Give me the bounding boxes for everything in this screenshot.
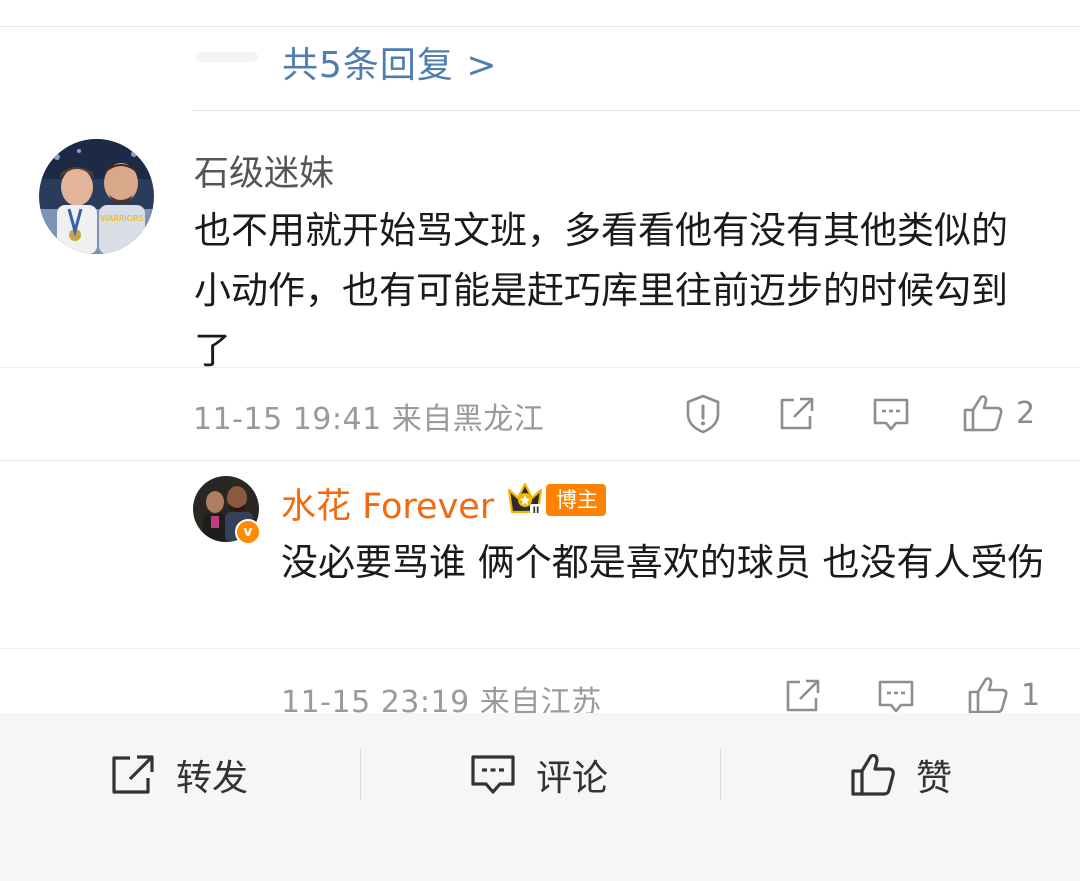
report-button[interactable] xyxy=(684,394,722,434)
bottom-comment-button[interactable]: 评论 xyxy=(470,748,608,802)
reply-like-count: 1 xyxy=(1021,677,1041,713)
repost-icon xyxy=(786,679,820,712)
bottom-bar-divider xyxy=(360,748,361,801)
blogger-badge: 博主 xyxy=(546,484,606,516)
like-icon xyxy=(851,753,895,796)
bottom-comment-label: 评论 xyxy=(536,758,609,799)
reply-comment-button[interactable] xyxy=(877,679,915,715)
comment-icon xyxy=(471,755,515,794)
avatar[interactable]: WARRIORS xyxy=(39,139,154,254)
comment-text: 也不用就开始骂文班，多看看他有没有其他类似的小动作，也有可能是赶巧库里往前迈步的… xyxy=(194,209,1008,372)
repost-icon xyxy=(112,755,154,794)
like-count: 2 xyxy=(1016,395,1036,431)
top-divider xyxy=(0,26,1080,27)
comment-icon xyxy=(873,398,909,431)
comment-timestamp-location: 11-15 19:41 来自黑龙江 xyxy=(193,402,545,437)
comment-button[interactable] xyxy=(872,397,910,433)
bottom-bar-divider xyxy=(720,748,721,801)
svg-text:WARRIORS: WARRIORS xyxy=(100,214,143,223)
comment-username[interactable]: 石级迷妹 xyxy=(194,145,334,196)
like-icon xyxy=(963,395,1003,432)
comment-divider xyxy=(0,460,1080,461)
bottom-repost-button[interactable]: 转发 xyxy=(110,748,248,802)
bottom-repost-label: 转发 xyxy=(176,758,249,799)
reply-like-button[interactable]: 1 xyxy=(967,675,1040,715)
repost-icon xyxy=(780,397,814,430)
reply-repost-button[interactable] xyxy=(784,678,822,714)
like-button[interactable]: 2 xyxy=(962,393,1035,433)
reply-text: 没必要骂谁 俩个都是喜欢的球员 也没有人受伤 xyxy=(281,541,1045,584)
reply-username[interactable]: 水花 Forever xyxy=(281,478,494,529)
replies-divider xyxy=(192,110,1080,111)
faded-text-placeholder xyxy=(196,52,258,62)
verified-badge-icon: v xyxy=(235,519,261,545)
comment-text-divider xyxy=(0,367,1080,368)
reply-text-divider xyxy=(0,648,1080,649)
repost-button[interactable] xyxy=(778,396,816,432)
comment-icon xyxy=(878,680,914,713)
crown-level-text: II xyxy=(533,506,540,516)
report-icon xyxy=(686,394,720,434)
like-icon xyxy=(968,677,1008,714)
view-replies-link[interactable]: 共5条回复 > xyxy=(282,36,498,88)
bottom-like-button[interactable]: 赞 xyxy=(850,748,952,802)
bottom-like-label: 赞 xyxy=(916,758,953,799)
